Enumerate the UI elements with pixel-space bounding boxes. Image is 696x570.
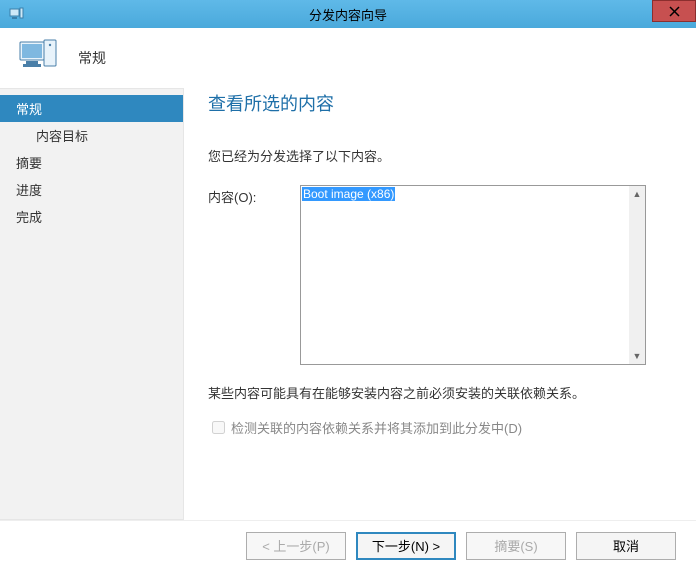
dependency-note: 某些内容可能具有在能够安装内容之前必须安装的关联依赖关系。 — [208, 383, 676, 402]
close-button[interactable] — [652, 0, 696, 22]
wizard-footer: < 上一步(P) 下一步(N) > 摘要(S) 取消 — [0, 520, 696, 570]
nav-item-summary[interactable]: 摘要 — [0, 149, 183, 176]
detect-dependencies-checkbox — [212, 421, 225, 434]
page-title: 查看所选的内容 — [208, 90, 676, 116]
scrollbar[interactable]: ▲ ▼ — [629, 186, 645, 364]
wizard-content: 查看所选的内容 您已经为分发选择了以下内容。 内容(O): Boot image… — [184, 88, 696, 520]
page-subtext: 您已经为分发选择了以下内容。 — [208, 146, 676, 165]
wizard-header-icon — [16, 36, 60, 80]
nav-item-content-destination[interactable]: 内容目标 — [0, 122, 183, 149]
summary-button: 摘要(S) — [466, 532, 566, 560]
scroll-down-icon[interactable]: ▼ — [629, 348, 645, 364]
content-listbox-inner: Boot image (x86) — [301, 186, 629, 364]
previous-button: < 上一步(P) — [246, 532, 346, 560]
wizard-header-label: 常规 — [78, 48, 106, 68]
content-row: 内容(O): Boot image (x86) ▲ ▼ — [208, 185, 676, 365]
nav-item-progress[interactable]: 进度 — [0, 176, 183, 203]
window-title: 分发内容向导 — [0, 5, 696, 24]
next-button[interactable]: 下一步(N) > — [356, 532, 456, 560]
list-item[interactable]: Boot image (x86) — [302, 187, 395, 201]
close-icon — [669, 6, 680, 17]
detect-dependencies-row[interactable]: 检测关联的内容依赖关系并将其添加到此分发中(D) — [212, 418, 676, 437]
scroll-up-icon[interactable]: ▲ — [629, 186, 645, 202]
cancel-button[interactable]: 取消 — [576, 532, 676, 560]
detect-dependencies-label: 检测关联的内容依赖关系并将其添加到此分发中(D) — [231, 418, 522, 437]
nav-item-completion[interactable]: 完成 — [0, 203, 183, 230]
titlebar: 分发内容向导 — [0, 0, 696, 28]
nav-item-general[interactable]: 常规 — [0, 95, 183, 122]
wizard-body: 常规 内容目标 摘要 进度 完成 查看所选的内容 您已经为分发选择了以下内容。 … — [0, 88, 696, 520]
content-listbox[interactable]: Boot image (x86) ▲ ▼ — [300, 185, 646, 365]
content-list-label: 内容(O): — [208, 185, 300, 206]
wizard-header: 常规 — [0, 28, 696, 88]
wizard-sidebar: 常规 内容目标 摘要 进度 完成 — [0, 88, 184, 520]
